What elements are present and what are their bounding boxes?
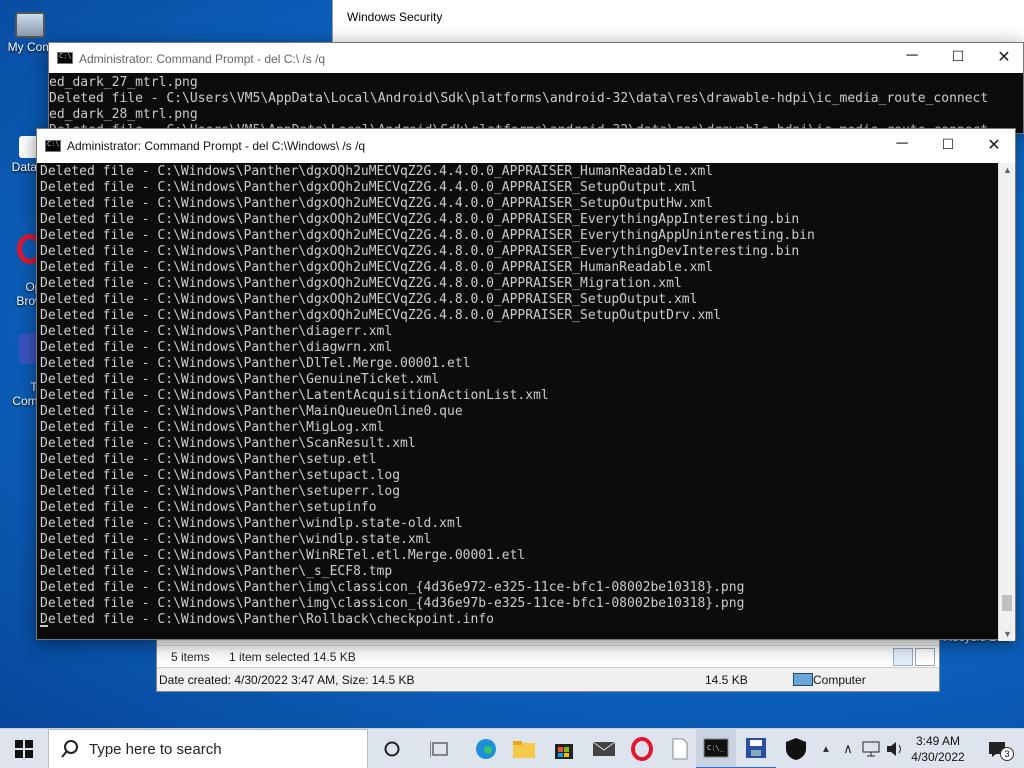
console-output: ed_dark_27_mtrl.png Deleted file - C:\Us…	[49, 75, 989, 135]
scroll-down-arrow-icon[interactable]: ▼	[1003, 629, 1012, 639]
desktop-icon-label: My Com	[7, 40, 53, 54]
status-bar: 5 items 1 item selected 14.5 KB	[157, 645, 939, 667]
cortana-icon	[384, 741, 400, 757]
edge-button[interactable]	[466, 729, 506, 768]
cmd-taskbar-button[interactable]: C:\_	[696, 729, 736, 768]
network-button[interactable]	[860, 729, 882, 768]
clock-date: 4/30/2022	[911, 750, 965, 764]
save-icon	[746, 738, 766, 758]
details-size: 14.5 KB	[705, 673, 748, 687]
item-count: 5 items	[171, 650, 210, 664]
file-explorer-button[interactable]	[504, 729, 544, 768]
start-button[interactable]	[4, 729, 44, 768]
command-prompt-window-back[interactable]: Administrator: Command Prompt - del C:\ …	[48, 42, 1024, 135]
mail-icon	[592, 741, 616, 756]
search-icon	[61, 740, 78, 758]
scrollbar-thumb[interactable]	[1002, 595, 1012, 611]
maximize-button[interactable]: ☐	[925, 136, 971, 153]
overflow-button[interactable]: ∧	[838, 729, 858, 768]
clock[interactable]: 3:49 AM 4/30/2022	[906, 733, 970, 765]
cortana-button[interactable]	[372, 729, 412, 768]
close-button[interactable]: ✕	[971, 135, 1017, 155]
console-cursor	[40, 625, 48, 627]
cmd-icon: C:\_	[703, 738, 729, 758]
svg-text:C:\_: C:\_	[707, 744, 725, 752]
window-title: Administrator: Command Prompt - del C:\W…	[67, 139, 366, 153]
file-button[interactable]	[660, 729, 700, 768]
chevron-up-icon: ▲	[821, 743, 831, 755]
volume-button[interactable]	[884, 729, 906, 768]
task-view-button[interactable]	[420, 729, 460, 768]
notification-center-button[interactable]: 3	[978, 729, 1018, 768]
computer-icon	[15, 12, 45, 38]
location-label: Computer	[813, 673, 866, 687]
clock-time: 3:49 AM	[915, 734, 961, 748]
maximize-button[interactable]: ☐	[935, 48, 981, 65]
selection-info: 1 item selected 14.5 KB	[229, 650, 356, 664]
file-icon	[672, 738, 688, 760]
minimize-button[interactable]: ─	[889, 47, 935, 65]
title-bar[interactable]: Administrator: Command Prompt - del C:\W…	[37, 129, 1015, 163]
volume-icon	[887, 742, 901, 756]
command-prompt-window[interactable]: Administrator: Command Prompt - del C:\W…	[36, 128, 1016, 641]
computer-icon	[793, 673, 813, 686]
show-hidden-icons-button[interactable]: ▲	[816, 729, 836, 768]
close-button[interactable]: ✕	[981, 47, 1024, 67]
vertical-scrollbar[interactable]: ▲ ▼	[998, 163, 1015, 641]
windows-logo-icon	[15, 740, 33, 758]
mail-button[interactable]	[584, 729, 624, 768]
notification-badge: 3	[1000, 747, 1014, 761]
store-icon	[555, 744, 573, 759]
opera-icon	[631, 737, 653, 761]
scroll-up-arrow-icon[interactable]: ▲	[1003, 165, 1012, 175]
task-view-icon	[430, 741, 448, 757]
details-view-button[interactable]	[893, 648, 913, 666]
save-button[interactable]	[736, 729, 776, 768]
file-explorer-icon	[513, 741, 535, 758]
opera-button[interactable]	[622, 729, 662, 768]
security-icon	[786, 738, 806, 760]
window-title: Administrator: Command Prompt - del C:\ …	[79, 52, 326, 66]
search-box[interactable]: Type here to search	[48, 729, 368, 768]
edge-icon	[476, 739, 496, 759]
details-text: Date created: 4/30/2022 3:47 AM, Size: 1…	[159, 673, 415, 687]
title-bar[interactable]: Administrator: Command Prompt - del C:\ …	[49, 43, 1023, 73]
minimize-button[interactable]: ─	[879, 135, 925, 153]
details-bar: Date created: 4/30/2022 3:47 AM, Size: 1…	[157, 667, 939, 691]
cmd-icon	[45, 140, 61, 152]
security-button[interactable]	[776, 729, 816, 768]
network-icon	[862, 741, 880, 757]
large-icons-view-button[interactable]	[915, 648, 935, 666]
caret-up-icon: ∧	[843, 741, 853, 756]
window-title: Windows Security	[347, 10, 443, 24]
console-output: Deleted file - C:\Windows\Panther\dgxOQh…	[40, 164, 815, 627]
cmd-icon	[57, 52, 73, 64]
search-placeholder: Type here to search	[89, 741, 222, 758]
taskbar: Type here to search C:\_ ▲ ∧ 3:49 AM 4/3	[0, 728, 1024, 768]
store-button[interactable]	[544, 729, 584, 768]
